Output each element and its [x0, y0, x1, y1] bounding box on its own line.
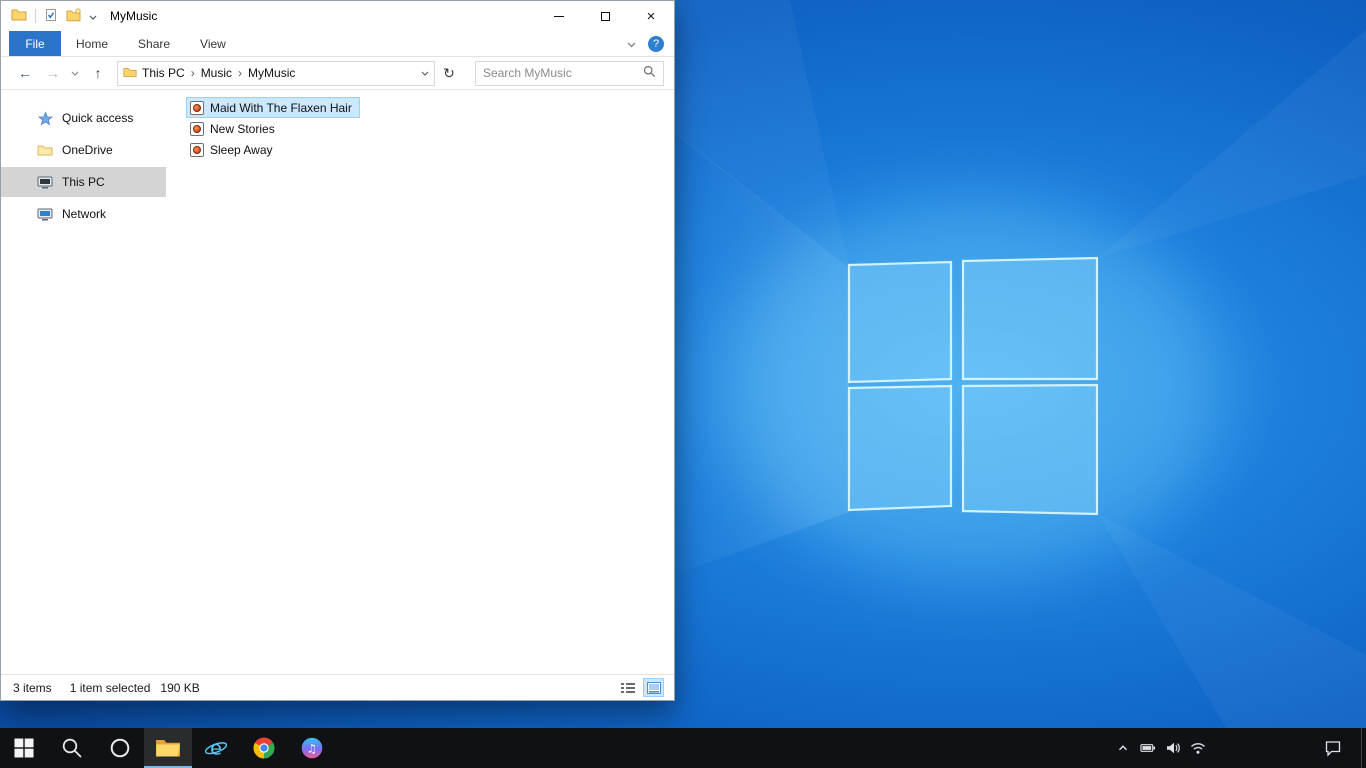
audio-file-icon	[190, 142, 204, 157]
internet-explorer-icon: e	[204, 738, 228, 760]
file-item[interactable]: Sleep Away	[186, 139, 281, 160]
sidebar-item-label: OneDrive	[62, 143, 113, 157]
titlebar: MyMusic ×	[1, 1, 674, 31]
sidebar-item-network[interactable]: Network	[1, 199, 166, 229]
large-icons-view-button[interactable]	[643, 678, 664, 697]
expand-ribbon-chevron-icon[interactable]	[627, 37, 636, 51]
svg-text:♫: ♫	[307, 742, 317, 756]
properties-icon[interactable]	[44, 8, 58, 25]
up-button[interactable]: ↑	[84, 60, 112, 86]
file-explorer-icon	[156, 740, 180, 757]
toolbar-separator	[35, 9, 36, 23]
chrome-icon	[253, 737, 275, 759]
minimize-button[interactable]	[536, 1, 582, 31]
details-view-button[interactable]	[617, 678, 638, 697]
file-name: Sleep Away	[210, 142, 273, 157]
details-view-icon	[620, 682, 635, 693]
search-icon	[62, 738, 82, 758]
items-count: 3 items	[13, 680, 52, 695]
breadcrumb-music[interactable]: Music	[196, 66, 237, 80]
search-icon[interactable]	[643, 65, 656, 81]
svg-text:e: e	[210, 738, 222, 760]
selection-size: 190 KB	[160, 680, 200, 695]
window-title: MyMusic	[110, 9, 158, 23]
qat-chevron-down-icon[interactable]	[89, 9, 97, 23]
itunes-icon: ♫	[301, 737, 323, 759]
address-box[interactable]: This PC › Music › MyMusic	[117, 60, 435, 86]
breadcrumb-this-pc[interactable]: This PC	[137, 66, 190, 80]
tab-view[interactable]: View	[185, 31, 241, 56]
tray-chevron-up-icon[interactable]	[1115, 740, 1131, 756]
file-list[interactable]: Maid With The Flaxen Hair New Stories Sl…	[166, 90, 674, 674]
caption-buttons: ×	[536, 1, 674, 31]
onedrive-folder-icon	[37, 142, 53, 158]
file-explorer-window: MyMusic × File Home Share View ? ← → ↑ T…	[0, 0, 675, 701]
address-folder-icon	[123, 65, 137, 82]
audio-file-icon	[190, 121, 204, 136]
search-input[interactable]	[483, 66, 643, 80]
chrome-button[interactable]	[240, 728, 288, 768]
wifi-icon[interactable]	[1190, 740, 1206, 756]
back-button[interactable]: ←	[11, 60, 39, 86]
file-name: New Stories	[210, 121, 275, 136]
status-bar: 3 items 1 item selected 190 KB	[1, 674, 674, 700]
sidebar-item-quick-access[interactable]: Quick access	[1, 103, 166, 133]
refresh-button[interactable]: ↻	[436, 61, 462, 86]
quick-access-star-icon	[37, 110, 53, 126]
ribbon-tab-row: File Home Share View ?	[1, 31, 674, 57]
maximize-button[interactable]	[582, 1, 628, 31]
cortana-icon	[110, 738, 130, 758]
recent-locations-chevron-icon[interactable]	[67, 60, 83, 86]
action-center-icon	[1325, 741, 1341, 757]
audio-disc-glyph	[193, 103, 201, 112]
new-folder-icon[interactable]	[66, 7, 81, 25]
selection-status: 1 item selected	[69, 680, 151, 695]
sidebar-item-onedrive[interactable]: OneDrive	[1, 135, 166, 165]
search-box	[475, 60, 664, 86]
help-button[interactable]: ?	[648, 35, 664, 52]
large-icons-view-icon	[646, 681, 661, 694]
forward-button[interactable]: →	[40, 60, 66, 86]
network-icon	[37, 206, 53, 222]
maximize-icon	[600, 11, 610, 21]
minimize-icon	[554, 15, 564, 17]
tab-file[interactable]: File	[9, 31, 61, 56]
volume-icon[interactable]	[1165, 740, 1181, 756]
address-bar: ← → ↑ This PC › Music › MyMusic ↻	[1, 57, 674, 90]
sidebar-item-label: Network	[62, 207, 107, 221]
internet-explorer-button[interactable]: e	[192, 728, 240, 768]
itunes-button[interactable]: ♫	[288, 728, 336, 768]
computer-icon	[37, 174, 53, 190]
explorer-content: Quick access OneDrive This PC Network Ma…	[1, 90, 674, 674]
ribbon-right-controls: ?	[627, 31, 674, 56]
audio-disc-glyph	[193, 124, 201, 133]
cortana-button[interactable]	[96, 728, 144, 768]
battery-icon[interactable]	[1140, 740, 1156, 756]
close-button[interactable]: ×	[628, 1, 674, 31]
file-name: Maid With The Flaxen Hair	[210, 100, 352, 115]
view-switcher	[617, 678, 664, 697]
windows-start-icon	[14, 738, 34, 758]
action-center-button[interactable]	[1316, 728, 1350, 768]
navigation-pane: Quick access OneDrive This PC Network	[1, 90, 166, 674]
file-item[interactable]: New Stories	[186, 118, 283, 139]
tab-home[interactable]: Home	[61, 31, 123, 56]
taskbar: e ♫	[0, 728, 1366, 768]
sidebar-item-label: This PC	[62, 175, 105, 189]
sidebar-item-this-pc[interactable]: This PC	[1, 167, 166, 197]
breadcrumb-mymusic[interactable]: MyMusic	[243, 66, 300, 80]
window-folder-icon	[11, 7, 27, 26]
sidebar-item-label: Quick access	[62, 111, 134, 125]
show-desktop-button[interactable]	[1361, 728, 1366, 768]
taskbar-file-explorer-button[interactable]	[144, 728, 192, 768]
taskbar-search-button[interactable]	[48, 728, 96, 768]
start-button[interactable]	[0, 728, 48, 768]
audio-disc-glyph	[193, 145, 201, 154]
file-item-selected[interactable]: Maid With The Flaxen Hair	[186, 97, 360, 118]
quick-access-toolbar	[11, 7, 97, 26]
tab-share[interactable]: Share	[123, 31, 185, 56]
system-tray	[1115, 728, 1206, 768]
address-dropdown-chevron-icon[interactable]	[416, 62, 434, 85]
audio-file-icon	[190, 100, 204, 115]
